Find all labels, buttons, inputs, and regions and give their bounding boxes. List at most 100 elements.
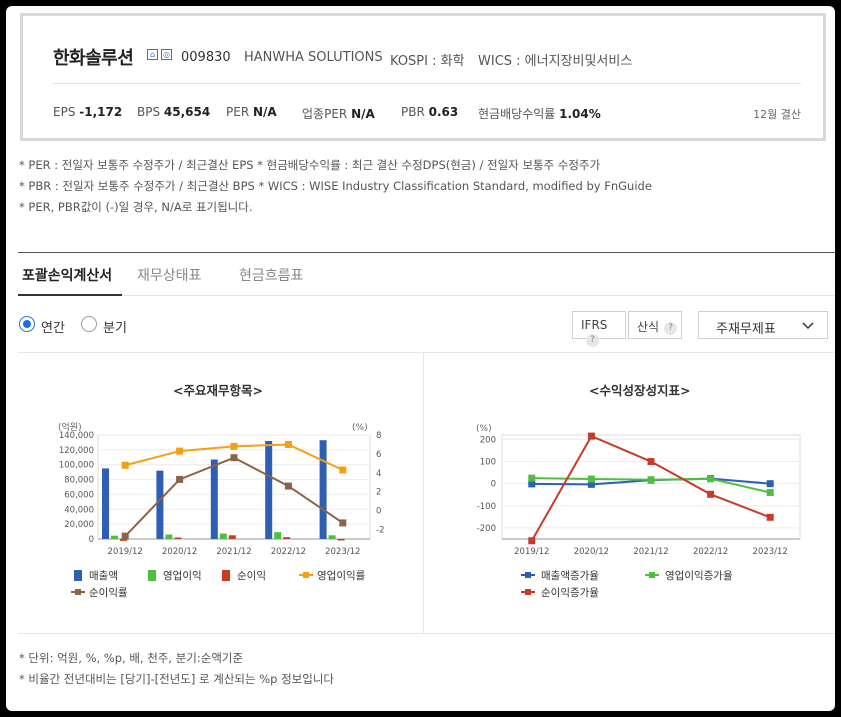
bar-매출액: [265, 440, 273, 539]
bar-순이익: [228, 535, 236, 539]
quarter-radio[interactable]: [81, 316, 97, 332]
definition-notes: * PER : 전일자 보통주 수정주가 / 최근결산 EPS * 현금배당수익…: [19, 155, 652, 218]
stat-bps: BPS 45,654: [137, 105, 211, 119]
card-divider: [53, 83, 801, 84]
ifrs-label: IFRS: [581, 318, 608, 332]
left-tick-label: 100,000: [59, 461, 94, 471]
stat-pbr: PBR 0.63: [401, 105, 459, 119]
stat-per: PER N/A: [226, 105, 277, 119]
bar-영업이익: [111, 535, 118, 539]
legend-swatch: [148, 570, 156, 581]
plot-area: [501, 434, 801, 540]
financials-chart: (억원) (%)020,00040,00060,00080,000100,0001…: [58, 421, 384, 599]
quarter-radio-label[interactable]: 분기: [103, 317, 127, 336]
left-tick-label: 20,000: [64, 520, 94, 530]
bar-순이익: [174, 537, 182, 540]
point-순이익률: [230, 454, 238, 462]
legend-label: 영업이익증가율: [665, 569, 733, 582]
point-영업이익률: [284, 440, 292, 448]
y-tick-label: -100: [477, 502, 496, 512]
ifrs-option[interactable]: IFRS?: [572, 311, 626, 347]
home-icon[interactable]: ⌂: [147, 49, 158, 60]
point-순이익률: [339, 519, 347, 527]
x-tick-label: 2019/12: [514, 547, 549, 557]
footer-note: * 비율간 전년대비는 [당기]-[전년도] 로 계산되는 %p 정보입니다: [19, 672, 334, 686]
point-순이익증가율: [587, 432, 595, 440]
y-tick-label: 100: [480, 458, 496, 468]
section-divider: [18, 252, 835, 253]
point-영업이익률: [339, 466, 347, 474]
point-영업이익증가율: [528, 474, 536, 482]
help-icon[interactable]: ?: [664, 322, 678, 335]
tab-cash-flow[interactable]: 현금흐름표: [239, 265, 303, 285]
bar-순이익: [283, 537, 291, 539]
point-매출액증가율: [766, 480, 774, 488]
help-icon[interactable]: ?: [586, 334, 599, 347]
x-tick-label: 2022/12: [693, 547, 728, 557]
bar-매출액: [319, 440, 327, 539]
point-순이익률: [176, 475, 184, 483]
tab-baseline: [18, 295, 835, 296]
x-tick-label: 2021/12: [633, 547, 668, 557]
formula-option[interactable]: 산식?: [628, 311, 682, 339]
bar-순이익: [337, 539, 345, 541]
charts-area: <주요재무항목> <수익성장성지표> (억원) (%) 0 20,000 40,000 6…: [18, 352, 835, 634]
legend-label: 매출액: [89, 570, 118, 582]
tab-income-statement[interactable]: 포괄손익계산서: [22, 265, 112, 285]
right-axis-label: (%): [352, 423, 368, 433]
point-영업이익률: [230, 442, 238, 450]
legend-swatch: [222, 570, 230, 581]
market-sector: KOSPI : 화학: [390, 54, 465, 69]
point-영업이익증가율: [587, 475, 595, 483]
bar-영업이익: [274, 532, 282, 539]
stat-eps: EPS -1,172: [53, 105, 123, 119]
note-line: * PER : 전일자 보통주 수정주가 / 최근결산 EPS * 현금배당수익…: [19, 158, 601, 172]
note-line: * PER, PBR값이 (-)일 경우, N/A로 표기됩니다.: [19, 200, 253, 214]
statement-select-value: 주재무제표: [716, 322, 776, 337]
point-순이익증가율: [707, 490, 715, 498]
financial-summary-panel: 한화솔루션 ⌂ ◎ 009830 HANWHA SOLUTIONS KOSPI …: [6, 6, 835, 711]
legend-label: 영업이익: [163, 569, 202, 582]
disclosure-icon[interactable]: ◎: [161, 49, 172, 60]
legend-swatch: [525, 589, 531, 595]
right-tick-label: 4: [376, 469, 381, 479]
legend-label: 영업이익률: [317, 569, 366, 582]
fiscal-year-end: 12월 결산: [753, 108, 801, 121]
point-순이익률: [284, 482, 292, 490]
statement-select[interactable]: 주재무제표: [698, 311, 828, 339]
left-tick-label: 80,000: [64, 476, 94, 486]
y-tick-label: -200: [477, 524, 496, 534]
active-tab-indicator: [18, 294, 122, 296]
point-순이익증가율: [766, 513, 774, 521]
tab-balance-sheet[interactable]: 재무상태표: [137, 265, 201, 285]
annual-radio-label[interactable]: 연간: [41, 317, 65, 336]
company-info-card: 한화솔루션 ⌂ ◎ 009830 HANWHA SOLUTIONS KOSPI …: [20, 13, 826, 141]
point-영업이익률: [121, 461, 129, 469]
bar-매출액: [156, 470, 164, 539]
unit-notes: * 단위: 억원, %, %p, 배, 천주, 분기:순액기준 * 비율간 전년…: [19, 648, 334, 690]
x-tick-label: 2023/12: [753, 547, 788, 557]
left-tick-label: 40,000: [64, 505, 94, 515]
legend-label: 매출액증가율: [541, 570, 599, 582]
left-tick-label: 120,000: [59, 446, 94, 456]
legend-swatch: [525, 572, 531, 578]
left-tick-label: 140,000: [59, 431, 94, 441]
annual-radio[interactable]: [19, 316, 35, 332]
y-axis-label: (%): [476, 424, 492, 434]
bar-영업이익: [328, 535, 336, 539]
legend-swatch: [303, 572, 309, 578]
legend-label: 순이익증가율: [541, 587, 599, 599]
x-tick-label: 2020/12: [162, 547, 197, 557]
company-name: 한화솔루션: [53, 48, 134, 69]
legend-label: 순이익률: [89, 587, 128, 599]
stock-code: 009830: [181, 50, 231, 65]
right-tick-label: 2: [376, 488, 381, 498]
x-tick-label: 2019/12: [108, 547, 143, 557]
note-line: * PBR : 전일자 보통주 수정주가 / 최근결산 BPS * WICS :…: [19, 179, 652, 193]
legend-label: 순이익: [237, 570, 266, 582]
bar-매출액: [102, 468, 109, 539]
y-tick-label: 200: [480, 435, 496, 445]
right-tick-label: -2: [376, 526, 384, 536]
point-영업이익증가율: [766, 489, 774, 497]
right-tick-label: 6: [376, 450, 381, 460]
